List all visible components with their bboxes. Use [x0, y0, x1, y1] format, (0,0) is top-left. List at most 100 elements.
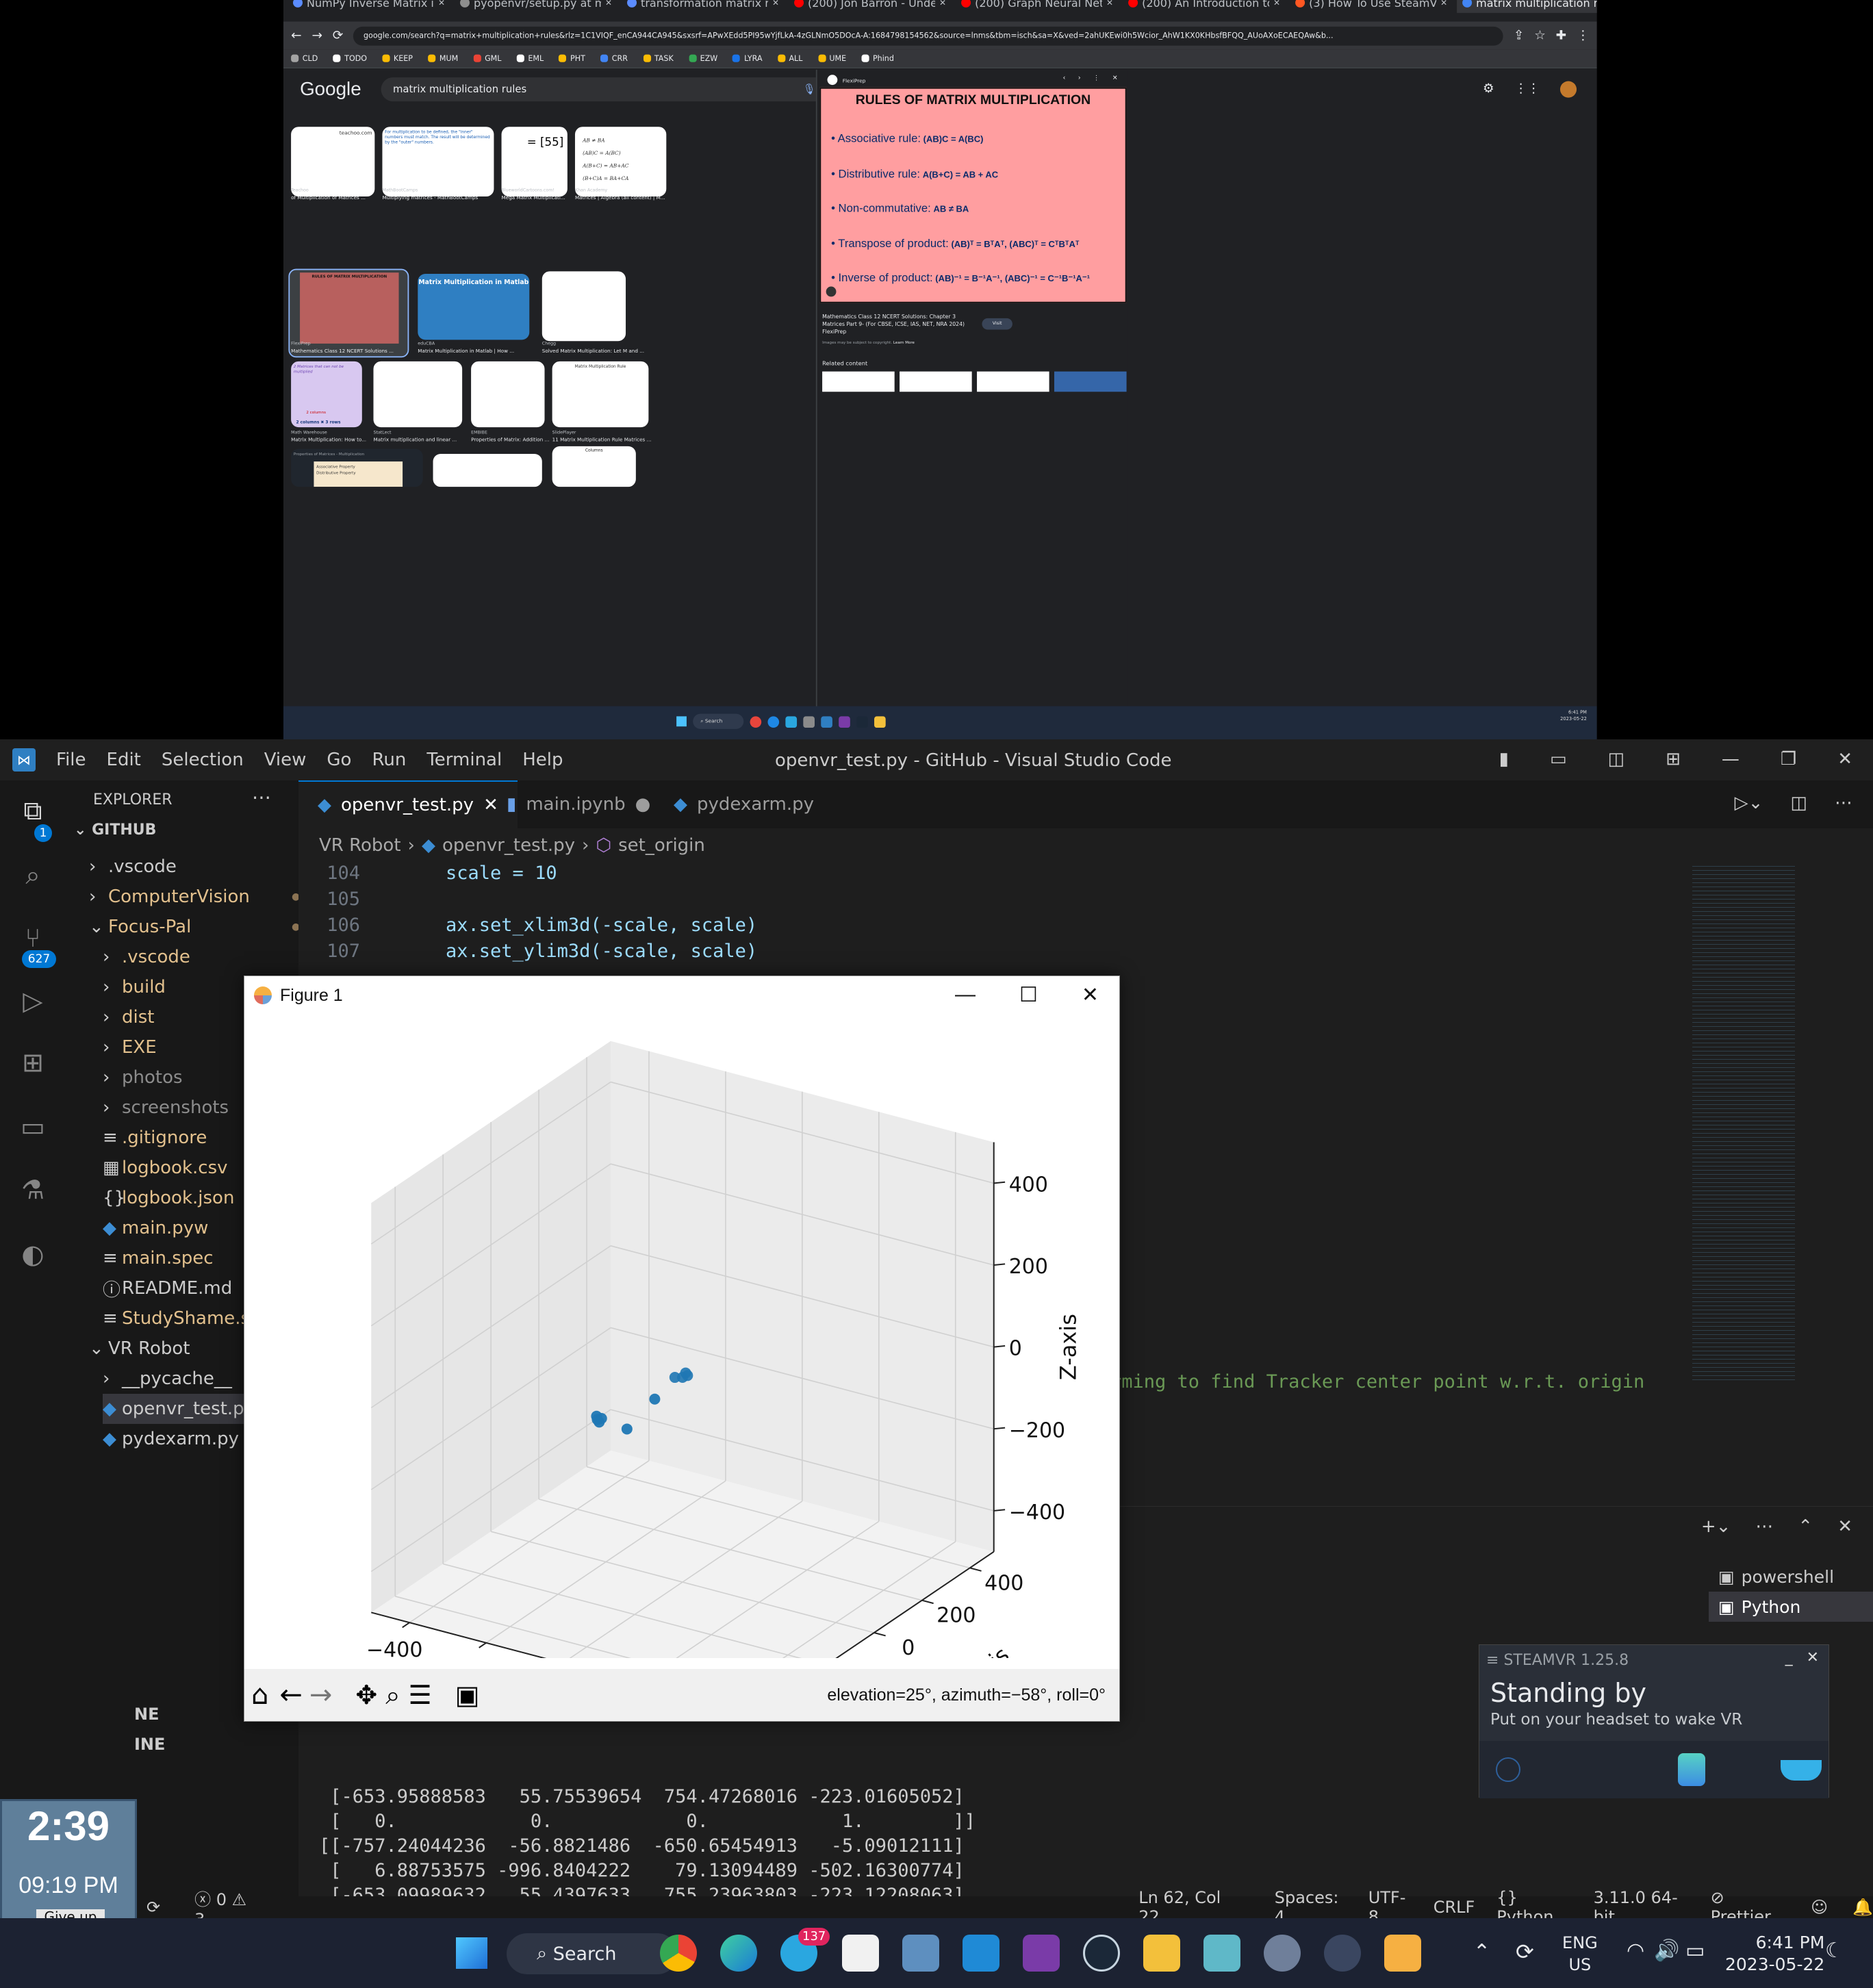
result-source[interactable]: EMBIBE [471, 430, 487, 435]
settings-icon[interactable] [1264, 1935, 1301, 1972]
result-thumbnail[interactable]: Matrix Multiplication Rule [552, 361, 649, 428]
taskbar-search[interactable]: ⌕ Search [693, 713, 744, 729]
close-icon[interactable]: ✕ [1837, 749, 1852, 769]
tree-folder[interactable]: ⌄ Focus-Pal ● [89, 912, 298, 942]
menu-go[interactable]: Go [327, 750, 351, 770]
run-debug-icon[interactable]: ▷ [16, 986, 49, 1019]
bookmark[interactable]: TODO [333, 54, 367, 63]
line-endings[interactable]: CRLF [1434, 1898, 1475, 1917]
star-icon[interactable]: ☆ [1534, 29, 1546, 42]
configure-subplots-icon[interactable]: ☰ [409, 1680, 432, 1710]
battery-icon[interactable]: ▭ [1685, 1939, 1705, 1963]
code-line[interactable]: ax.set_ylim3d(-scale, scale) [401, 941, 757, 962]
wifi-icon[interactable]: ◠ [1627, 1939, 1644, 1963]
result-thumbnail[interactable]: Columns [552, 446, 636, 487]
result-source[interactable]: SlidePlayer [552, 430, 576, 435]
close-tab-icon[interactable]: ✕ [1106, 0, 1113, 7]
panel-caption[interactable]: Mathematics Class 12 NCERT Solutions: Ch… [822, 313, 974, 335]
maximize-panel-icon[interactable]: ⌃ [1798, 1516, 1813, 1537]
close-tab-icon[interactable]: ✕ [438, 0, 445, 7]
onedrive-sync-icon[interactable]: ⟳ [1516, 1939, 1534, 1965]
tray-chevron-icon[interactable]: ⌃ [1473, 1940, 1490, 1964]
result-thumbnail[interactable] [373, 361, 463, 428]
result-title[interactable]: Matrix Multiplication: How to... [291, 436, 366, 442]
tab-pydexarm[interactable]: ◆ pydexarm.py [654, 780, 833, 828]
encoding[interactable]: UTF-8 [1368, 1888, 1412, 1918]
chrome-tab[interactable]: pyopenvr/setup.py at ma ✕ [455, 0, 617, 12]
menu-view[interactable]: View [264, 750, 307, 770]
result-source[interactable]: Teachoo [291, 188, 309, 192]
close-panel-icon[interactable]: ✕ [1837, 1516, 1852, 1537]
snipping-tool-icon[interactable] [842, 1935, 879, 1972]
bookmark[interactable]: MUM [428, 54, 458, 63]
language-indicator[interactable]: ENG US [1562, 1932, 1598, 1976]
windows-start-icon[interactable] [456, 1937, 487, 1969]
lens-icon[interactable] [826, 286, 837, 297]
bookmark[interactable]: Phind [861, 54, 894, 63]
prettier[interactable]: ⊘ Prettier [1711, 1888, 1782, 1918]
edge-devtools-icon[interactable]: ◐ [16, 1239, 49, 1272]
bookmark[interactable]: CLD [291, 54, 318, 63]
notepad-icon[interactable] [803, 715, 815, 728]
terminal-item-powershell[interactable]: ▣ powershell [1709, 1562, 1873, 1592]
tab-openvr-test[interactable]: ◆ openvr_test.py ✕ [298, 780, 518, 828]
breadcrumb-file[interactable]: openvr_test.py [442, 835, 575, 856]
result-title[interactable]: Multiplying matrices - MathBootCamps [382, 194, 478, 200]
minimize-icon[interactable]: — [1722, 749, 1740, 769]
bookmark[interactable]: CRR [600, 54, 628, 63]
result-thumbnail[interactable]: teachoo.com [291, 127, 375, 197]
testing-flask-icon[interactable]: ⚗ [16, 1175, 49, 1208]
minimap[interactable] [1692, 863, 1795, 1383]
chrome-tab[interactable]: NumPy Inverse Matrix in ✕ [288, 0, 450, 12]
bookmark[interactable]: LYRA [732, 54, 763, 63]
minimize-icon[interactable]: _ [1785, 1649, 1793, 1666]
result-thumbnail[interactable]: AB ≠ BA (AB)C = A(BC) A(B+C) = AB+AC (B+C)A… [574, 127, 667, 197]
tree-file[interactable]: ≡ StudyShame.sp [103, 1303, 262, 1334]
result-thumbnail[interactable]: Matrix Multiplication in Matlab [418, 274, 530, 340]
notepad-icon[interactable] [1203, 1935, 1240, 1972]
workspace-header[interactable]: ⌄ GITHUB [74, 821, 156, 839]
back-icon[interactable]: ← [291, 29, 302, 42]
restore-icon[interactable]: ❐ [1781, 749, 1796, 769]
result-title[interactable]: Mega Matrix Multiplicati... [502, 194, 565, 200]
extensions-icon[interactable]: ✚ [1556, 29, 1567, 42]
result-source[interactable]: Khan Academy [575, 188, 607, 192]
share-icon[interactable]: ⇪ [1514, 29, 1525, 42]
maximize-icon[interactable]: ☐ [1019, 983, 1038, 1007]
terminal-item-python[interactable]: ▣ Python [1709, 1592, 1873, 1622]
result-title[interactable]: Matrix Multiplication in Matlab | How ..… [418, 347, 514, 353]
back-arrow-icon[interactable]: ← [279, 1679, 303, 1711]
mic-icon[interactable]: 🎙 [803, 83, 816, 94]
avatar[interactable] [1559, 80, 1577, 97]
result-title[interactable]: Matrices | Algebra (all content) | M... [575, 194, 665, 200]
extensions-icon[interactable]: ⊞ [16, 1047, 49, 1080]
minimize-icon[interactable]: — [955, 983, 976, 1007]
search-input[interactable]: matrix multiplication rules 🎙 ◉ ⌕ [381, 77, 864, 101]
indentation[interactable]: Spaces: 4 [1275, 1888, 1347, 1918]
result-source[interactable]: eduCBA [418, 341, 435, 346]
tree-folder[interactable]: › ComputerVision ● [89, 882, 298, 912]
language-mode[interactable]: {} Python [1496, 1888, 1571, 1918]
tree-file[interactable]: ≡ main.spec [103, 1243, 214, 1273]
visit-button[interactable]: Visit [982, 318, 1012, 330]
sync-icon[interactable]: ⟳ [146, 1898, 160, 1917]
tree-folder[interactable]: › screenshots [103, 1093, 229, 1123]
run-file-icon[interactable]: ▷⌄ [1735, 793, 1763, 813]
menu-terminal[interactable]: Terminal [426, 750, 502, 770]
related-thumbnail[interactable] [822, 371, 895, 392]
result-title[interactable]: 11 Matrix Multiplication Rule Matrices .… [552, 436, 652, 442]
forward-icon[interactable]: → [311, 29, 322, 42]
split-editor-icon[interactable]: ◫ [1790, 793, 1807, 813]
folder-icon[interactable] [874, 715, 886, 728]
close-icon[interactable]: ✕ [1807, 1649, 1819, 1666]
result-thumbnail[interactable]: = [55] [501, 127, 568, 197]
settings-gear-icon[interactable]: ⚙ [1483, 81, 1494, 95]
result-source[interactable]: StatLect [373, 430, 391, 435]
outline-item[interactable]: INE [134, 1735, 165, 1754]
menu-help[interactable]: Help [522, 750, 563, 770]
matplotlib-icon[interactable] [1384, 1935, 1421, 1972]
result-title[interactable]: Properties of Matrix: Addition ... [471, 436, 549, 442]
steam-icon[interactable] [1083, 1935, 1120, 1972]
zoom-icon[interactable]: ⌕ [385, 1680, 400, 1711]
chrome-tab[interactable]: matrix multiplication rule✕ [1457, 0, 1597, 12]
